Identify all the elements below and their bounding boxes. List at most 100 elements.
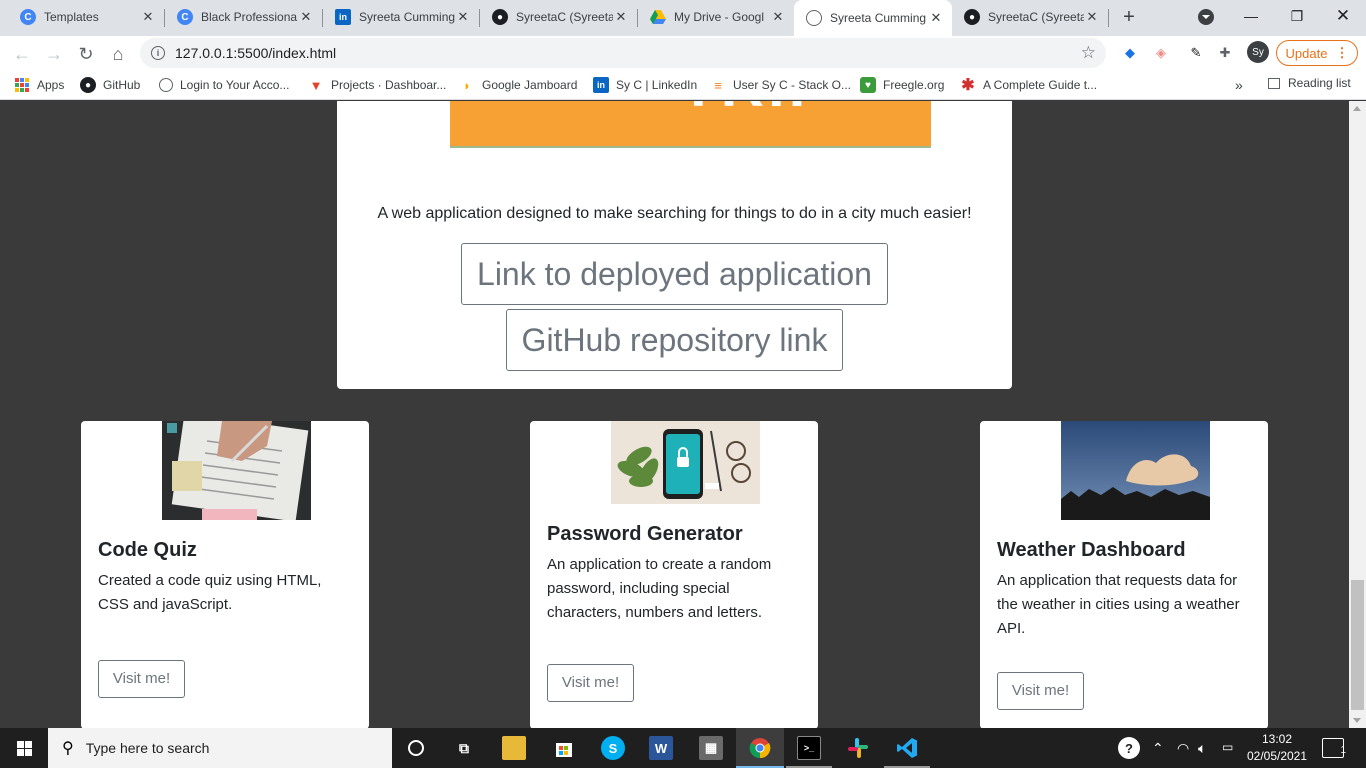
clock-time: 13:02 [1261, 732, 1293, 746]
bookmark-linkedin[interactable]: in Sy C | LinkedIn [593, 76, 697, 94]
close-icon[interactable]: ✕ [140, 9, 156, 25]
battery-icon[interactable]: ▭ [1222, 740, 1233, 754]
slack-icon[interactable] [846, 736, 870, 760]
tab-github-2[interactable]: ● SyreetaC (Syreeta ✕ [952, 0, 1108, 34]
scroll-down-icon[interactable] [1353, 718, 1361, 723]
stackoverflow-icon: ≡ [714, 77, 722, 93]
tab-title: SyreetaC (Syreeta [988, 10, 1084, 24]
github-icon: ● [80, 77, 96, 93]
address-bar[interactable]: i 127.0.0.1:5500/index.html ☆ [140, 38, 1106, 68]
tab-search-icon[interactable] [1198, 9, 1214, 25]
banner-text: TRIP [680, 101, 833, 120]
globe-icon [159, 78, 173, 92]
more-bookmarks-chevron-icon[interactable]: » [1235, 76, 1243, 94]
card-title: Weather Dashboard [997, 539, 1186, 561]
extension-screencast-icon[interactable]: ◈ [1152, 44, 1170, 62]
scrollbar-thumb[interactable] [1351, 580, 1364, 710]
close-icon[interactable]: ✕ [298, 9, 314, 25]
skype-icon[interactable]: S [601, 736, 625, 760]
scroll-up-icon[interactable] [1353, 106, 1361, 111]
vscode-icon[interactable] [895, 736, 919, 760]
github-repository-link[interactable]: GitHub repository link [506, 309, 843, 371]
volume-icon[interactable]: 🔈︎ [1198, 740, 1206, 757]
tab-title: Syreeta Cumming [359, 10, 455, 24]
chrome-icon[interactable] [748, 736, 772, 760]
search-placeholder: Type here to search [85, 740, 210, 756]
password-generator-image [611, 421, 760, 504]
forward-button[interactable]: → [40, 40, 68, 68]
reading-list-button[interactable]: Reading list [1268, 76, 1351, 90]
deployed-application-link[interactable]: Link to deployed application [461, 243, 888, 305]
terminal-icon[interactable]: >_ [797, 736, 821, 760]
minimize-button[interactable]: — [1228, 0, 1274, 32]
bookmark-label: GitHub [103, 78, 141, 92]
url-text[interactable]: 127.0.0.1:5500/index.html [175, 45, 336, 61]
show-hidden-icons-chevron-icon[interactable]: ⌃ [1152, 740, 1164, 757]
red-star-icon: ✱ [961, 77, 975, 94]
tab-active-syreeta[interactable]: Syreeta Cumming ✕ [794, 0, 952, 36]
tab-google-drive[interactable]: My Drive - Googl ✕ [638, 0, 794, 34]
tab-title: My Drive - Googl [674, 10, 765, 24]
taskbar-search-box[interactable]: ⚲ Type here to search [48, 728, 392, 768]
windows-taskbar: ⚲ Type here to search ⧉ S W ▦ >_ ? ⌃ ◠ 🔈… [0, 728, 1366, 768]
wifi-icon[interactable]: ◠ [1177, 740, 1189, 757]
profile-avatar[interactable]: Sy [1247, 41, 1269, 63]
extension-pen-icon[interactable]: ✎ [1187, 44, 1205, 62]
close-window-button[interactable]: ✕ [1320, 0, 1366, 32]
bookmark-login[interactable]: Login to Your Acco... [159, 76, 289, 94]
visit-weather-dashboard-button[interactable]: Visit me! [997, 672, 1084, 710]
tab-templates[interactable]: C Templates ✕ [8, 0, 164, 34]
microsoft-store-icon[interactable] [552, 736, 576, 760]
update-button[interactable]: Update ⋮ [1276, 40, 1358, 66]
globe-icon [806, 10, 822, 26]
taskbar-clock[interactable]: 13:02 02/05/2021 [1246, 731, 1308, 765]
new-tab-button[interactable]: + [1117, 5, 1141, 29]
close-icon[interactable]: ✕ [455, 9, 471, 25]
close-icon[interactable]: ✕ [613, 9, 629, 25]
reading-list-icon [1268, 77, 1280, 89]
extension-graduation-icon[interactable]: ◆ [1121, 44, 1139, 62]
start-button[interactable] [0, 728, 48, 768]
notification-center-icon[interactable]: 1 [1322, 738, 1346, 758]
bookmark-freegle[interactable]: ♥ Freegle.org [860, 76, 944, 94]
close-icon[interactable]: ✕ [1084, 9, 1100, 25]
tab-github-1[interactable]: ● SyreetaC (Syreeta ✕ [480, 0, 637, 34]
bookmark-star-icon[interactable]: ☆ [1081, 43, 1096, 63]
close-icon[interactable]: ✕ [928, 10, 944, 26]
cortana-icon[interactable] [404, 736, 428, 760]
github-icon: ● [492, 9, 508, 25]
bookmark-gitlab[interactable]: ▼ Projects · Dashboar... [308, 76, 447, 94]
back-button[interactable]: ← [8, 40, 36, 68]
canva-icon: C [20, 9, 36, 25]
browser-toolbar: ← → ↻ ⌂ i 127.0.0.1:5500/index.html ☆ ◆ … [0, 36, 1366, 70]
page-scrollbar[interactable] [1349, 101, 1366, 728]
code-quiz-image [162, 421, 311, 520]
restore-button[interactable]: ❐ [1274, 0, 1320, 32]
reload-button[interactable]: ↻ [72, 40, 100, 68]
tab-black-professional[interactable]: C Black Professiona ✕ [165, 0, 322, 34]
task-view-icon[interactable]: ⧉ [452, 736, 476, 760]
visit-code-quiz-button[interactable]: Visit me! [98, 660, 185, 698]
word-icon[interactable]: W [649, 736, 673, 760]
calculator-icon[interactable]: ▦ [699, 736, 723, 760]
weather-dashboard-image [1061, 421, 1210, 520]
help-icon[interactable]: ? [1118, 737, 1140, 759]
clock-date: 02/05/2021 [1246, 749, 1308, 763]
file-explorer-icon[interactable] [502, 736, 526, 760]
info-icon[interactable]: i [151, 46, 165, 60]
bookmark-label: A Complete Guide t... [983, 78, 1098, 92]
project-card-code-quiz: Code Quiz Created a code quiz using HTML… [81, 421, 369, 728]
bookmark-github[interactable]: ● GitHub [80, 76, 140, 94]
bookmark-stackoverflow[interactable]: ≡ User Sy C - Stack O... [710, 76, 851, 94]
extensions-puzzle-icon[interactable]: ✚ [1216, 44, 1234, 62]
bookmark-complete-guide[interactable]: ✱ A Complete Guide t... [960, 76, 1097, 94]
bookmark-apps[interactable]: Apps [14, 76, 64, 94]
tab-title: SyreetaC (Syreeta [516, 10, 613, 24]
close-icon[interactable]: ✕ [770, 9, 786, 25]
home-button[interactable]: ⌂ [104, 40, 132, 68]
bookmark-jamboard[interactable]: ◗ Google Jamboard [459, 76, 577, 94]
bookmark-label: Projects · Dashboar... [331, 78, 447, 92]
tab-linkedin[interactable]: in Syreeta Cumming ✕ [323, 0, 479, 34]
visit-password-generator-button[interactable]: Visit me! [547, 664, 634, 702]
github-icon: ● [964, 9, 980, 25]
